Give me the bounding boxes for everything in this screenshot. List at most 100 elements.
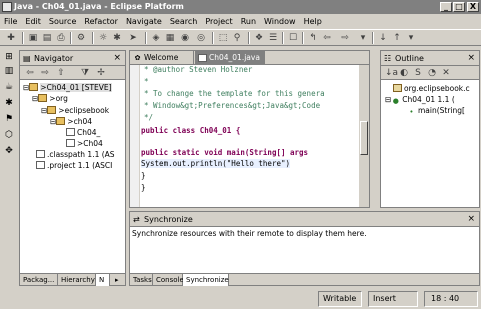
outline-title: Outline [395,54,424,63]
annotation-options-icon[interactable]: ▾ [406,33,416,43]
tab-synchronize[interactable]: Synchronize [183,274,229,286]
back-icon[interactable]: ⇦ [322,33,332,43]
tree-item-project-file[interactable]: .project 1.1 (ASCI [36,161,112,171]
tree-item-eclipsebook[interactable]: ⊟ >eclipsebook [41,106,109,116]
save-all-icon[interactable]: ▤ [42,33,52,43]
debug-perspective-icon[interactable]: ✱ [4,98,14,108]
tree-item-java-file[interactable]: >Ch04 [66,139,103,149]
tab-hierarchy[interactable]: Hierarchy [58,274,96,286]
menu-source[interactable]: Source [45,14,80,29]
outline-item-package[interactable]: org.eclipsebook.c [393,84,470,94]
open-perspective-icon[interactable]: ⊞ [4,52,14,62]
outline-item-class[interactable]: ⊟● Ch04_01 1.1 ( [385,95,455,105]
hide-static-icon[interactable]: S [413,68,423,78]
outline-item-label: org.eclipsebook.c [404,84,470,93]
menu-navigate[interactable]: Navigate [122,14,166,29]
menu-run[interactable]: Run [237,14,260,29]
hide-nonpublic-icon[interactable]: ◔ [427,68,437,78]
menu-icon[interactable]: ✢ [96,68,106,78]
menu-edit[interactable]: Edit [21,14,45,29]
tree-item-classpath[interactable]: .classpath 1.1 (AS [36,150,115,160]
last-edit-icon[interactable]: ↰ [308,33,318,43]
code-line: public static void main(String[] args [141,148,309,157]
menu-file[interactable]: File [0,14,21,29]
synchronize-title: Synchronize [144,215,193,224]
build-icon[interactable]: ⚙ [76,33,86,43]
new-java-project-icon[interactable]: ◈ [151,33,161,43]
toolbar-separator [282,32,284,44]
sort-icon[interactable]: ↓a [385,68,398,78]
history-icon[interactable]: ▾ [358,33,368,43]
package-icon [393,84,402,92]
run-icon[interactable]: ➤ [128,33,138,43]
synchronize-panel: ⇄ Synchronize × Synchronize resources wi… [129,211,480,286]
code-line: * @author Steven Holzner [144,65,253,74]
print-icon[interactable]: ⎙ [56,33,66,43]
tab-welcome[interactable]: ✿ Welcome [130,51,194,65]
menu-refactor[interactable]: Refactor [80,14,122,29]
close-icon[interactable]: × [467,212,475,227]
tree-item-label: .project 1.1 (ASCI [47,161,113,170]
filter-icon[interactable]: ⧩ [80,68,90,78]
team-perspective-icon[interactable]: ⚑ [4,114,14,124]
hierarchy-perspective-icon[interactable]: ✥ [4,146,14,156]
external-tools-icon[interactable]: ☼ [98,33,108,43]
navigator-icon: ▤ [23,54,31,63]
new-icon[interactable]: ✚ [6,33,16,43]
tree-item-project[interactable]: ⊟ >Ch04_01 [STEVE] [23,83,112,93]
menu-project[interactable]: Project [201,14,236,29]
tab-tasks[interactable]: Tasks [130,274,153,286]
menu-help[interactable]: Help [300,14,326,29]
window-title: Java - Ch04_01.java - Eclipse Platform [14,2,184,11]
tree-item-class-file[interactable]: Ch04_ [66,128,100,138]
tree-item-org[interactable]: ⊟ >org [32,94,68,104]
forward-icon[interactable]: ⇨ [340,33,350,43]
class-icon: ● [392,97,399,105]
menu-window[interactable]: Window [260,14,300,29]
tab-package-explorer[interactable]: Packag... [20,274,58,286]
toolbar-separator [212,32,214,44]
next-annotation-icon[interactable]: ↓ [378,33,388,43]
navigator-header: ▤ Navigator × [20,51,125,66]
outline-item-label: Ch04_01 1.1 ( [402,95,455,104]
close-icon[interactable]: × [467,51,475,66]
open-perspective-icon[interactable]: ❖ [254,33,264,43]
show-source-icon[interactable]: ☰ [268,33,278,43]
editor-scrollbar[interactable] [359,65,369,207]
menu-search[interactable]: Search [166,14,201,29]
previous-annotation-icon[interactable]: ↑ [392,33,402,43]
hide-fields-icon[interactable]: ◐ [399,68,409,78]
close-window-button[interactable]: X [467,2,479,12]
tab-ch04-java[interactable]: Ch04_01.java [195,51,265,65]
close-icon[interactable]: × [113,51,121,66]
toggle-mark-icon[interactable]: ☐ [288,33,298,43]
new-class-icon[interactable]: ◉ [180,33,190,43]
open-type-icon[interactable]: ⬚ [218,33,228,43]
java-perspective-icon[interactable]: ☕ [4,82,14,92]
up-icon[interactable]: ⇧ [56,68,66,78]
maximize-button[interactable]: □ [453,2,465,12]
new-package-icon[interactable]: ▦ [165,33,175,43]
plugin-perspective-icon[interactable]: ⬡ [4,130,14,140]
debug-icon[interactable]: ✱ [112,33,122,43]
tab-console[interactable]: Console [153,274,184,286]
bottom-tabs: Tasks Console Synchronize [130,273,479,286]
minimize-button[interactable]: _ [440,2,452,12]
search-icon[interactable]: ⚲ [232,33,242,43]
save-icon[interactable]: ▣ [28,33,38,43]
tree-item-ch04[interactable]: ⊟ >ch04 [50,117,92,127]
scroll-thumb[interactable] [360,121,368,155]
status-writable: Writable [318,291,362,307]
forward-icon[interactable]: ⇨ [40,68,50,78]
back-icon[interactable]: ⇦ [25,68,35,78]
outline-item-method[interactable]: • main(String[ [407,106,465,116]
project-folder-icon [29,83,39,91]
resource-perspective-icon[interactable]: ▥ [4,66,14,76]
java-file-icon [66,139,75,147]
new-interface-icon[interactable]: ◎ [196,33,206,43]
folder-icon [47,106,57,114]
code-line: * Window&gt;Preferences&gt;Java&gt;Code [144,101,321,110]
tab-navigator[interactable]: N [96,274,110,286]
filter-icon[interactable]: ✕ [441,68,451,78]
tab-overflow-icon[interactable]: ▸ [112,274,125,286]
